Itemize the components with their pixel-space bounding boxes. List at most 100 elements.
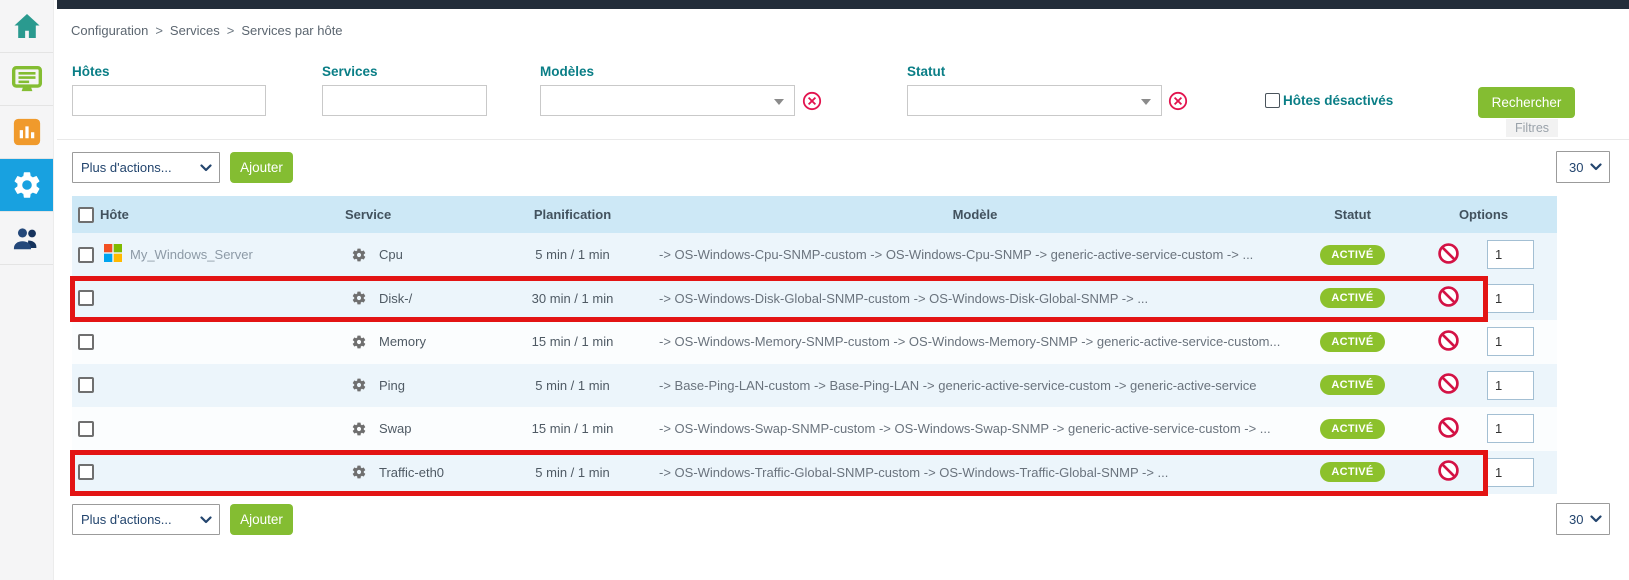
planification-value: 30 min / 1 min (490, 291, 655, 306)
templates-filter-label: Modèles (540, 64, 594, 79)
row-checkbox[interactable] (78, 464, 94, 480)
row-checkbox[interactable] (78, 377, 94, 393)
status-filter-label: Statut (907, 64, 945, 79)
order-input[interactable] (1487, 327, 1534, 356)
sidebar-item-monitoring[interactable] (0, 53, 53, 106)
gear-icon (351, 421, 367, 437)
order-input[interactable] (1487, 240, 1534, 269)
hosts-disabled-label[interactable]: Hôtes désactivés (1283, 93, 1393, 108)
templates-filter-select[interactable] (540, 85, 795, 116)
modele-value: -> OS-Windows-Traffic-Global-SNMP-custom… (655, 465, 1295, 480)
modele-value: -> OS-Windows-Memory-SNMP-custom -> OS-W… (655, 334, 1295, 349)
hosts-filter-input[interactable] (72, 85, 266, 116)
sidebar-item-administration[interactable] (0, 212, 53, 265)
disable-icon[interactable] (1437, 285, 1460, 308)
services-filter-label: Services (322, 64, 378, 79)
gear-icon (11, 169, 43, 201)
gear-icon (351, 464, 367, 480)
more-actions-select[interactable]: Plus d'actions... (72, 504, 220, 535)
more-actions-select-bottom[interactable]: Plus d'actions... (72, 504, 220, 535)
service-name[interactable]: Swap (379, 421, 412, 436)
service-name[interactable]: Ping (379, 378, 405, 393)
status-badge: ACTIVÉ (1320, 245, 1384, 265)
row-checkbox[interactable] (78, 290, 94, 306)
services-filter-input[interactable] (322, 85, 487, 116)
row-checkbox[interactable] (78, 247, 94, 263)
monitor-list-icon (10, 62, 44, 96)
modele-value: -> Base-Ping-LAN-custom -> Base-Ping-LAN… (655, 378, 1295, 393)
status-badge: ACTIVÉ (1320, 332, 1384, 352)
table-row: Disk-/ 30 min / 1 min -> OS-Windows-Disk… (72, 277, 1557, 321)
hosts-filter-label: Hôtes (72, 64, 110, 79)
add-button-bottom[interactable]: Ajouter (230, 504, 293, 535)
order-input[interactable] (1487, 414, 1534, 443)
planification-value: 15 min / 1 min (490, 421, 655, 436)
sidebar (0, 0, 54, 580)
breadcrumb-separator: > (227, 23, 235, 38)
dropdown-arrow-icon (1141, 99, 1151, 105)
clear-status-filter-icon[interactable] (1168, 91, 1188, 111)
table-row: My_Windows_Server Cpu 5 min / 1 min -> O… (72, 233, 1557, 277)
column-header-hote: Hôte (100, 207, 345, 222)
planification-value: 15 min / 1 min (490, 334, 655, 349)
page-size-select[interactable]: 30 (1556, 503, 1610, 535)
search-button[interactable]: Rechercher (1478, 87, 1575, 118)
disable-icon[interactable] (1437, 242, 1460, 265)
modele-value: -> OS-Windows-Cpu-SNMP-custom -> OS-Wind… (655, 247, 1295, 262)
hosts-disabled-checkbox[interactable] (1265, 93, 1280, 108)
page: Configuration > Services > Services par hôte… (0, 0, 1629, 580)
service-name[interactable]: Cpu (379, 247, 403, 262)
top-bar (57, 0, 1629, 9)
select-all-checkbox[interactable] (78, 207, 94, 223)
table-header: Hôte Service Planification Modèle Statut… (72, 196, 1557, 233)
dropdown-arrow-icon (774, 99, 784, 105)
table-row: Swap 15 min / 1 min -> OS-Windows-Swap-S… (72, 407, 1557, 451)
more-actions-select-top[interactable]: Plus d'actions... (72, 152, 220, 183)
service-name[interactable]: Traffic-eth0 (379, 465, 444, 480)
home-icon (11, 10, 43, 42)
disable-icon[interactable] (1437, 329, 1460, 352)
modele-value: -> OS-Windows-Disk-Global-SNMP-custom ->… (655, 291, 1295, 306)
page-size-select-bottom[interactable]: 30 (1556, 503, 1610, 535)
breadcrumb-separator: > (155, 23, 163, 38)
row-checkbox[interactable] (78, 334, 94, 350)
page-size-select-top[interactable]: 30 (1556, 151, 1610, 183)
planification-value: 5 min / 1 min (490, 378, 655, 393)
sidebar-item-reporting[interactable] (0, 106, 53, 159)
add-button-top[interactable]: Ajouter (230, 152, 293, 183)
status-badge: ACTIVÉ (1320, 462, 1384, 482)
planification-value: 5 min / 1 min (490, 465, 655, 480)
disable-icon[interactable] (1437, 459, 1460, 482)
service-name[interactable]: Disk-/ (379, 291, 412, 306)
disable-icon[interactable] (1437, 372, 1460, 395)
gear-icon (351, 334, 367, 350)
sidebar-item-configuration[interactable] (0, 159, 53, 212)
order-input[interactable] (1487, 371, 1534, 400)
more-actions-select[interactable]: Plus d'actions... (72, 152, 220, 183)
table-row: Traffic-eth0 5 min / 1 min -> OS-Windows… (72, 451, 1557, 495)
service-name[interactable]: Memory (379, 334, 426, 349)
filter-divider (57, 139, 1629, 140)
row-checkbox[interactable] (78, 421, 94, 437)
host-name[interactable]: My_Windows_Server (130, 247, 253, 262)
breadcrumb-item[interactable]: Configuration (71, 23, 148, 38)
clear-templates-filter-icon[interactable] (802, 91, 822, 111)
breadcrumb-item: Services par hôte (241, 23, 342, 38)
gear-icon (351, 247, 367, 263)
gear-icon (351, 377, 367, 393)
disable-icon[interactable] (1437, 416, 1460, 439)
page-size-select[interactable]: 30 (1556, 151, 1610, 183)
breadcrumb-item[interactable]: Services (170, 23, 220, 38)
status-filter-select[interactable] (907, 85, 1162, 116)
column-header-service: Service (345, 207, 490, 222)
order-input[interactable] (1487, 284, 1534, 313)
table-body: My_Windows_Server Cpu 5 min / 1 min -> O… (72, 233, 1557, 494)
column-header-options: Options (1410, 207, 1557, 222)
windows-logo-icon (104, 244, 122, 265)
column-header-planification: Planification (490, 207, 655, 222)
users-icon (11, 222, 43, 254)
sidebar-item-home[interactable] (0, 0, 53, 53)
order-input[interactable] (1487, 458, 1534, 487)
status-badge: ACTIVÉ (1320, 288, 1384, 308)
table-row: Memory 15 min / 1 min -> OS-Windows-Memo… (72, 320, 1557, 364)
